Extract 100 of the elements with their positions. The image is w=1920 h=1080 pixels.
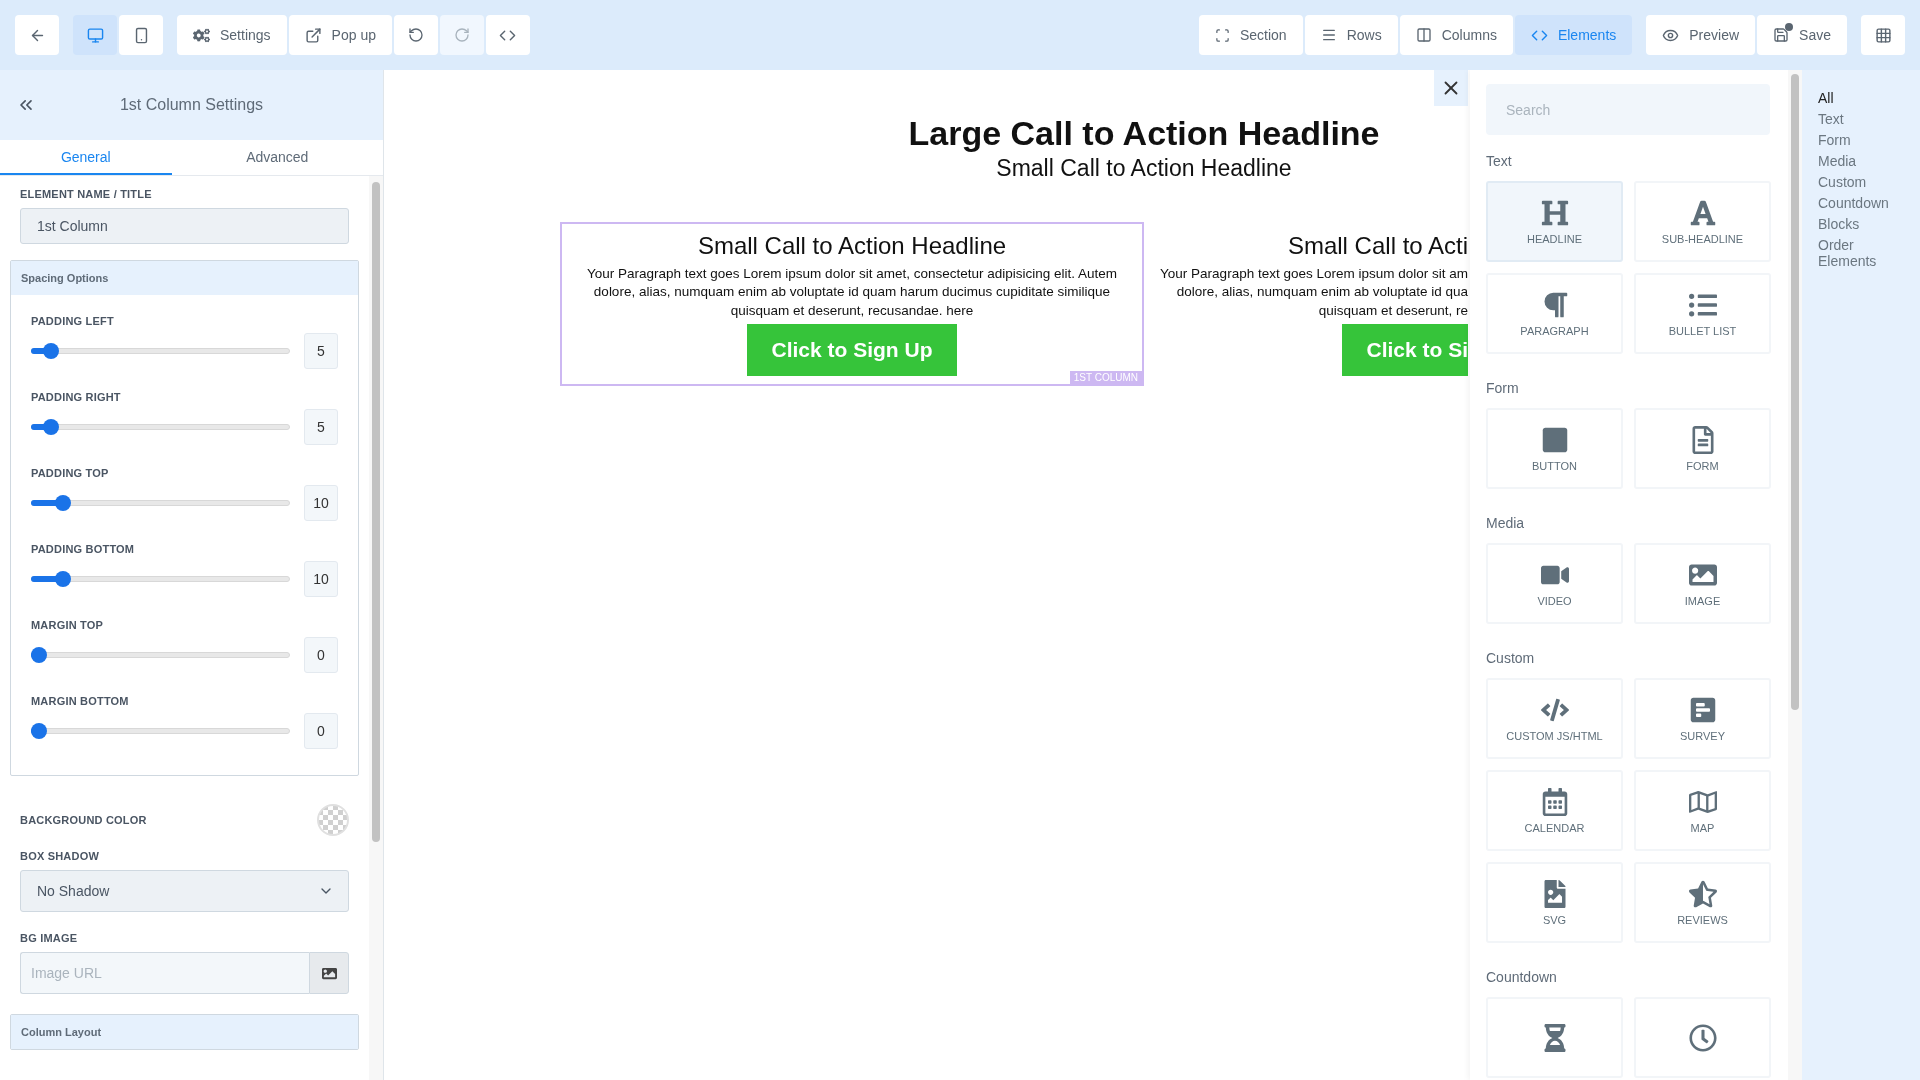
slider-thumb[interactable] — [43, 419, 60, 435]
image-picker-button[interactable] — [309, 952, 349, 994]
group-title: Custom — [1486, 650, 1536, 666]
letter-a-icon — [1688, 198, 1717, 227]
category-link[interactable]: Countdown — [1818, 195, 1898, 211]
element-tile[interactable]: MAP — [1634, 770, 1771, 851]
section-heading: Spacing Options — [11, 261, 358, 295]
toolbar-button[interactable]: Settings — [177, 15, 287, 55]
monitor-icon — [86, 26, 104, 44]
slider-value[interactable]: 0 — [304, 637, 338, 673]
element-tile[interactable]: PARAGRAPH — [1486, 273, 1623, 354]
external-link-icon — [304, 26, 322, 44]
panel-title: 1st Column Settings — [118, 96, 265, 114]
slider-label: PADDING TOP — [31, 467, 110, 479]
toolbar-button[interactable]: Pop up — [288, 15, 392, 55]
close-button[interactable] — [1434, 70, 1468, 106]
shadow-select[interactable]: No Shadow — [20, 870, 349, 912]
letter-h-icon — [1540, 198, 1569, 227]
element-tile[interactable]: CALENDAR — [1486, 770, 1623, 851]
element-tile[interactable] — [1486, 997, 1623, 1078]
calendar-icon — [1540, 787, 1569, 816]
slider-thumb[interactable] — [55, 571, 72, 587]
search-field[interactable]: Search — [1486, 84, 1770, 135]
redo-icon — [453, 27, 470, 43]
slider[interactable] — [31, 647, 290, 663]
frame-corners-icon — [1214, 27, 1230, 43]
element-tile[interactable]: BUTTON — [1486, 408, 1623, 489]
device-toggle[interactable] — [119, 15, 163, 55]
slider-label: PADDING LEFT — [31, 315, 115, 327]
element-tile[interactable] — [1634, 997, 1771, 1078]
category-link[interactable]: Custom — [1818, 174, 1898, 190]
page-column[interactable] — [560, 222, 1144, 387]
image-url-field[interactable]: Image URL — [20, 952, 309, 994]
paragraph-line: dolore, alias, numquam enim ab voluptate id qua — [1176, 283, 1468, 302]
element-tile[interactable]: REVIEWS — [1634, 862, 1771, 943]
device-toggle[interactable] — [73, 15, 117, 55]
mode-tab[interactable]: Columns — [1399, 15, 1513, 55]
mode-tab[interactable]: Section — [1198, 15, 1303, 55]
category-link[interactable]: All — [1818, 90, 1898, 106]
element-tile[interactable]: SUB-HEADLINE — [1634, 181, 1771, 262]
group-title: Countdown — [1486, 969, 1558, 985]
paragraph-line: quisquam et deserunt, recusandae. here — [730, 301, 974, 320]
slider-label: PADDING RIGHT — [31, 391, 122, 403]
page-headline: Large Call to Action Headline — [908, 114, 1380, 153]
slider-thumb[interactable] — [55, 495, 72, 511]
field-label: BACKGROUND COLOR — [20, 814, 147, 826]
element-tile[interactable]: VIDEO — [1486, 543, 1623, 624]
slider-value[interactable]: 5 — [304, 409, 338, 445]
page-column[interactable]: Small Call to Acti Your Paragraph text goes Lorem ipsum dolor sit am dolore, alias, numquam enim ab voluptate id qua quisquam et deserunt, re Click to Si — [1160, 222, 1470, 387]
slider-thumb[interactable] — [43, 343, 60, 359]
paragraph-line: dolore, alias, numquam enim ab voluptate id quam harum ducimus cupiditate similique — [593, 283, 1111, 302]
rows-icon — [1320, 27, 1337, 43]
poll-icon — [1688, 695, 1717, 724]
slider[interactable] — [31, 419, 290, 435]
mode-tab[interactable]: Elements — [1514, 15, 1633, 55]
group-title: Text — [1486, 153, 1513, 169]
page-subheadline: Small Call to Action Headline — [996, 155, 1292, 182]
group-title: Media — [1486, 515, 1526, 531]
slider[interactable] — [31, 495, 290, 511]
category-link[interactable]: Form — [1818, 132, 1898, 148]
field-label: BOX SHADOW — [20, 850, 100, 862]
slider-value[interactable]: 0 — [304, 713, 338, 749]
slider-label: MARGIN TOP — [31, 619, 105, 631]
field-label: BG IMAGE — [20, 932, 79, 944]
paragraph-line: Your Paragraph text goes Lorem ipsum dolor sit am — [1160, 264, 1468, 283]
element-tile[interactable]: SURVEY — [1634, 678, 1771, 759]
element-tile[interactable]: BULLET LIST — [1634, 273, 1771, 354]
category-link[interactable]: Order Elements — [1818, 237, 1898, 269]
slider-value[interactable]: 5 — [304, 333, 338, 369]
slider-thumb[interactable] — [31, 723, 47, 739]
image-icon — [321, 965, 337, 981]
columns-icon — [1415, 27, 1432, 43]
slider-value[interactable]: 10 — [304, 485, 338, 521]
apps-button[interactable] — [1861, 15, 1905, 55]
toolbar-icon-button[interactable] — [393, 15, 438, 55]
mode-tab[interactable]: Rows — [1304, 15, 1398, 55]
element-tile[interactable]: FORM — [1634, 408, 1771, 489]
save-button[interactable]: Save — [1757, 15, 1847, 55]
preview-button[interactable]: Preview — [1646, 15, 1756, 55]
scrollbar-thumb[interactable] — [1791, 74, 1799, 710]
category-link[interactable]: Media — [1818, 153, 1898, 169]
slider[interactable] — [31, 343, 290, 359]
category-link[interactable]: Text — [1818, 111, 1898, 127]
category-link[interactable]: Blocks — [1818, 216, 1898, 232]
color-swatch[interactable] — [317, 804, 349, 836]
slider-thumb[interactable] — [31, 647, 47, 663]
cogs-icon — [193, 26, 210, 44]
slider-label: MARGIN BOTTOM — [31, 695, 130, 707]
slider-label: PADDING BOTTOM — [31, 543, 136, 555]
slider[interactable] — [31, 723, 290, 739]
element-tile[interactable]: CUSTOM JS/HTML — [1486, 678, 1623, 759]
section-heading: Column Layout — [11, 1015, 358, 1049]
slider[interactable] — [31, 571, 290, 587]
name-input[interactable]: 1st Column — [20, 208, 349, 244]
element-tile[interactable]: IMAGE — [1634, 543, 1771, 624]
element-tile[interactable]: HEADLINE — [1486, 181, 1623, 262]
grid-icon — [1874, 26, 1892, 44]
scrollbar-thumb[interactable] — [372, 182, 380, 842]
slider-value[interactable]: 10 — [304, 561, 338, 597]
element-tile[interactable]: SVG — [1486, 862, 1623, 943]
